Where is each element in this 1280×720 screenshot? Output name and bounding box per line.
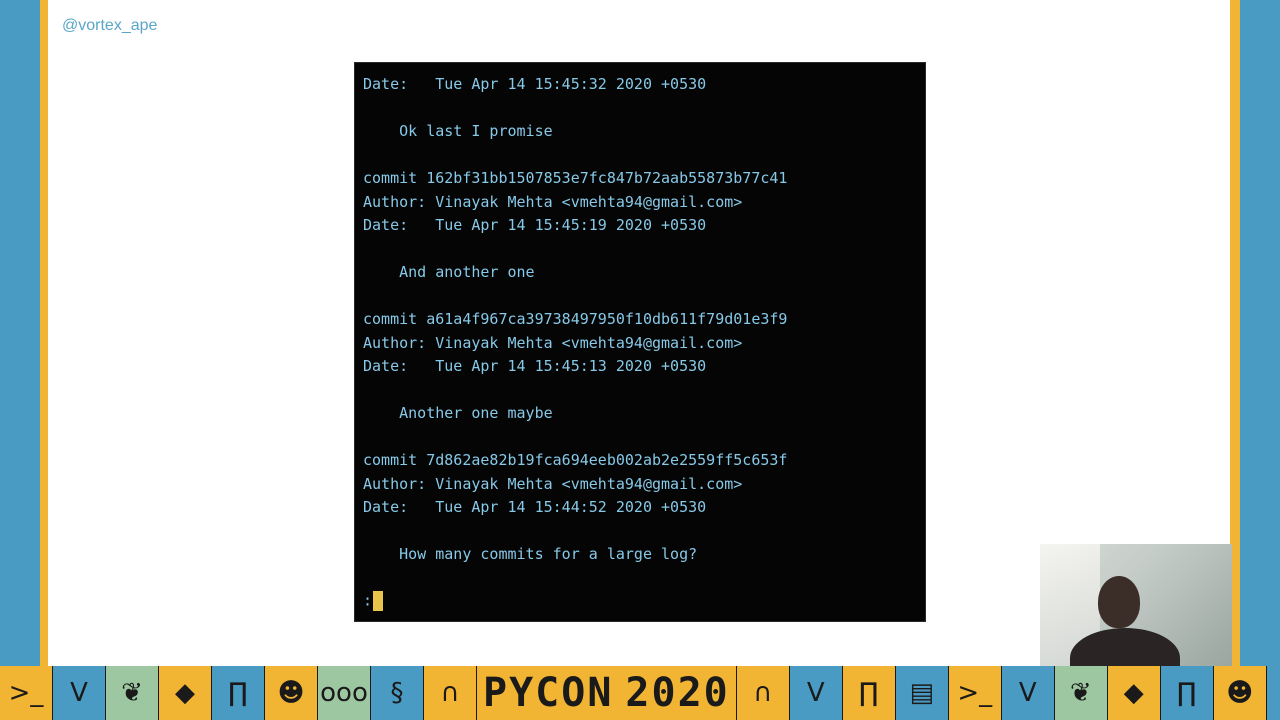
snake-icon: § [371, 666, 424, 720]
arch-icon: ∩ [736, 666, 790, 720]
leaf-icon: ❦ [1054, 666, 1108, 720]
terminal-line: And another one [363, 263, 535, 281]
terminal-line: Date: Tue Apr 14 15:45:13 2020 +0530 [363, 357, 707, 375]
pycon-logo: PYCON 2020 [477, 666, 737, 720]
terminal-line: commit a61a4f967ca39738497950f10db611f79… [363, 310, 788, 328]
window-icon: ▤ [895, 666, 949, 720]
chevron-icon: V [789, 666, 843, 720]
terminal-line: Author: Vinayak Mehta <vmehta94@gmail.co… [363, 192, 743, 211]
terminal-line: Date: Tue Apr 14 15:45:19 2020 +0530 [363, 216, 707, 234]
terminal-line: commit 7d862ae82b19fca694eeb002ab2e2559f… [363, 451, 788, 469]
terminal-line: Author: Vinayak Mehta <vmehta94@gmail.co… [363, 474, 743, 493]
terminal-line: Date: Tue Apr 14 15:44:52 2020 +0530 [363, 498, 707, 516]
terminal-window[interactable]: Date: Tue Apr 14 15:45:32 2020 +0530 Ok … [354, 62, 926, 622]
robot-icon: ☻ [1213, 666, 1267, 720]
pycon-logo-year: 2020 [625, 670, 730, 716]
terminal-icon: >_ [0, 666, 53, 720]
terminal-icon: >_ [948, 666, 1002, 720]
speaker-head [1098, 576, 1140, 628]
chevron-icon: V [1001, 666, 1055, 720]
diamond-icon: ◆ [159, 666, 212, 720]
chevron-icon: V [53, 666, 106, 720]
terminal-line: Another one maybe [363, 404, 553, 422]
right-border [1230, 0, 1280, 666]
pager-prompt-char: : [363, 591, 373, 610]
robot-icon: ☻ [265, 666, 318, 720]
twitter-handle: @vortex_ape [62, 17, 158, 34]
circuit-icon: ooo [318, 666, 371, 720]
pillars-icon: ∏ [1160, 666, 1214, 720]
terminal-line: Date: Tue Apr 14 15:45:32 2020 +0530 [363, 75, 707, 93]
pillars-icon: ∏ [842, 666, 896, 720]
terminal-line: Author: Vinayak Mehta <vmehta94@gmail.co… [363, 333, 743, 352]
webcam-feed [1040, 544, 1232, 668]
pillars-icon: ∏ [212, 666, 265, 720]
cursor-block [373, 590, 384, 611]
terminal-line: How many commits for a large log? [363, 545, 698, 563]
pycon-banner: >_ V ❦ ◆ ∏ ☻ ooo § ∩ PYCON 2020 ∩ V ∏ ▤ >_ V ❦ ◆ ∏ ☻ [0, 666, 1280, 720]
diamond-icon: ◆ [1107, 666, 1161, 720]
terminal-line: commit 162bf31bb1507853e7fc847b72aab5587… [363, 169, 788, 187]
leaf-icon: ❦ [106, 666, 159, 720]
pager-prompt[interactable]: : [363, 590, 384, 612]
left-border [0, 0, 48, 666]
pycon-logo-text: PYCON [483, 670, 614, 716]
terminal-line: Ok last I promise [363, 122, 553, 140]
arch-icon: ∩ [424, 666, 477, 720]
